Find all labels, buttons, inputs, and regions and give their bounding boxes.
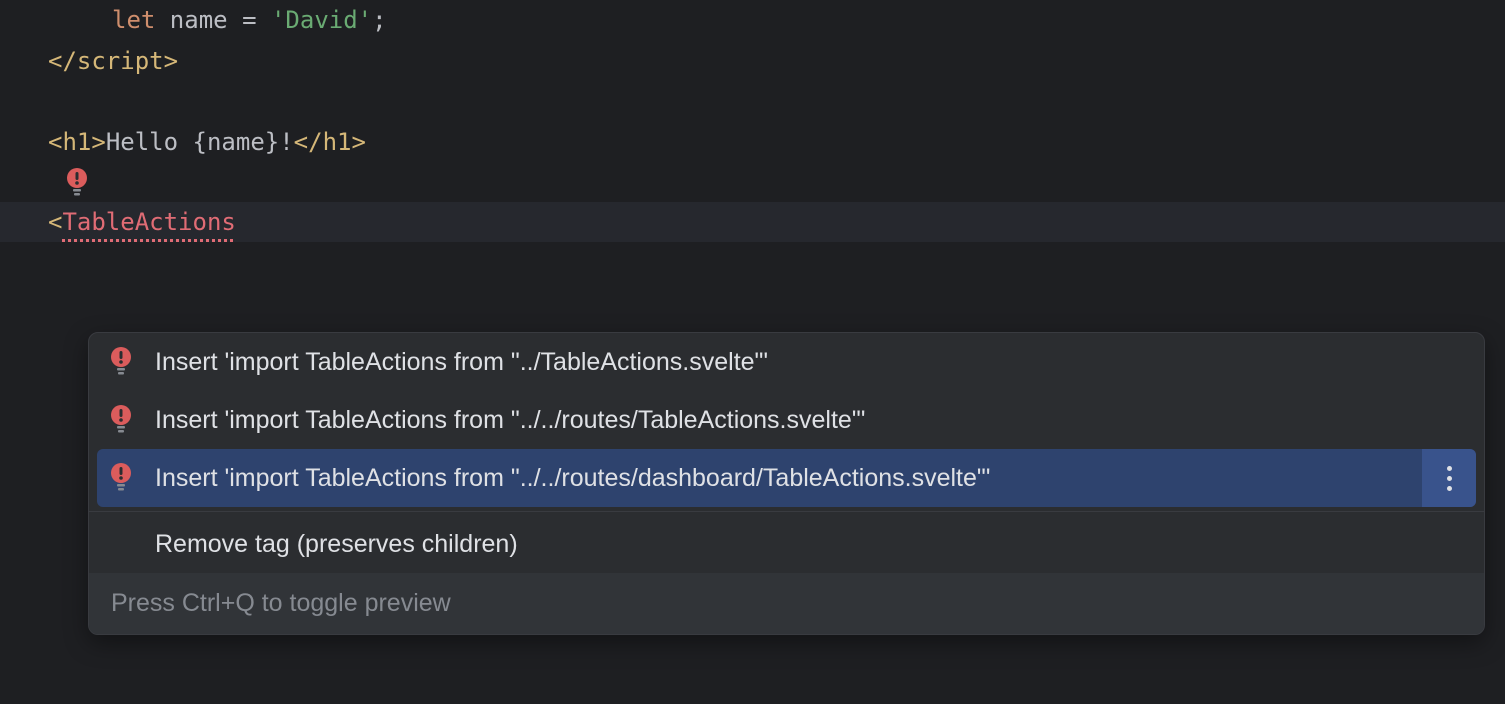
- var-name: name: [155, 6, 242, 34]
- code-editor[interactable]: let name = 'David'; </script> <h1>Hello …: [0, 0, 1505, 242]
- code-line-2: </script>: [0, 41, 1505, 82]
- lightbulb-error-icon: [109, 463, 133, 493]
- quick-fix-label: Insert 'import TableActions from "../../…: [155, 464, 1464, 493]
- popup-footer-hint: Press Ctrl+Q to toggle preview: [89, 573, 1484, 634]
- quick-fix-label: Remove tag (preserves children): [155, 530, 1464, 559]
- string-literal: 'David': [271, 6, 372, 34]
- code-line-1: let name = 'David';: [0, 0, 1505, 41]
- lightbulb-error-icon: [109, 347, 133, 377]
- vertical-dots-icon: [1447, 466, 1452, 491]
- popup-separator: [89, 511, 1484, 512]
- component-tag-error: TableActions: [62, 208, 235, 236]
- error-indicator-line: [0, 163, 1505, 201]
- more-actions-button[interactable]: [1422, 449, 1476, 507]
- lightbulb-error-icon: [109, 405, 133, 435]
- code-line-3-empty: [0, 82, 1505, 123]
- quick-fix-item-1[interactable]: Insert 'import TableActions from "../Tab…: [89, 333, 1484, 391]
- quick-fix-item-4[interactable]: Remove tag (preserves children): [89, 516, 1484, 573]
- code-line-4: <h1>Hello {name}!</h1>: [0, 122, 1505, 163]
- quick-fix-item-2[interactable]: Insert 'import TableActions from "../../…: [89, 391, 1484, 449]
- code-line-6-current: <TableActions: [0, 202, 1505, 243]
- quick-fix-popup: Insert 'import TableActions from "../Tab…: [88, 332, 1485, 635]
- quick-fix-item-3-selected[interactable]: Insert 'import TableActions from "../../…: [97, 449, 1476, 507]
- keyword-let: let: [112, 6, 155, 34]
- quick-fix-label: Insert 'import TableActions from "../Tab…: [155, 348, 1464, 377]
- quick-fix-label: Insert 'import TableActions from "../../…: [155, 406, 1464, 435]
- lightbulb-error-icon[interactable]: [65, 168, 89, 198]
